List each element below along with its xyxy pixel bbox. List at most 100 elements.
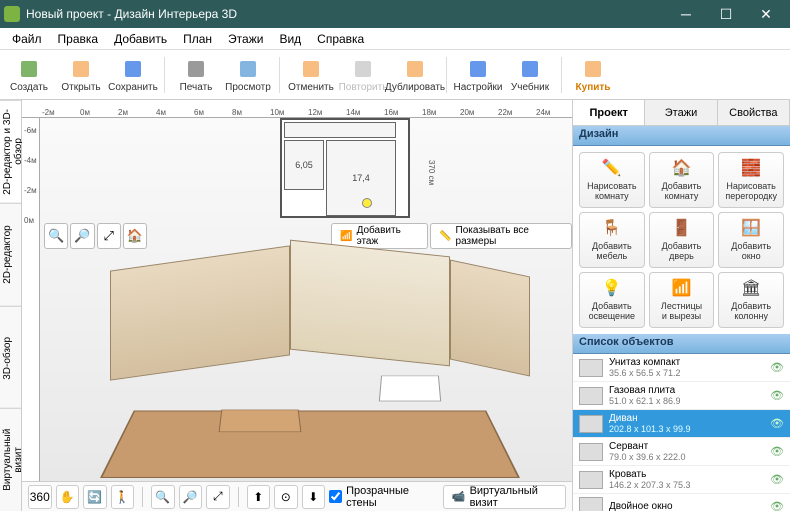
rp-tab-Свойства[interactable]: Свойства bbox=[718, 100, 790, 125]
zoom-fit-3d[interactable]: ⤢ bbox=[206, 485, 230, 509]
sidetab-1[interactable]: 2D-редактор bbox=[0, 203, 21, 306]
camera-marker[interactable] bbox=[362, 198, 372, 208]
design-btn-Нарисовать-комнату[interactable]: ✏️Нарисоватькомнату bbox=[579, 152, 645, 208]
sidetab-0[interactable]: 2D-редактор и 3D-обзор bbox=[0, 100, 21, 203]
save-icon bbox=[121, 57, 145, 81]
object-item[interactable]: Диван202.8 x 101.3 x 99.9👁 bbox=[573, 410, 790, 438]
design-btn-Добавить-окно[interactable]: 🪟Добавитьокно bbox=[718, 212, 784, 268]
design-icon: 🚪 bbox=[670, 218, 692, 240]
design-btn-Добавить-мебель[interactable]: 🪑Добавитьмебель bbox=[579, 212, 645, 268]
visibility-icon[interactable]: 👁 bbox=[770, 473, 784, 486]
rp-tab-Проект[interactable]: Проект bbox=[573, 100, 645, 125]
object-thumb bbox=[579, 471, 603, 489]
object-item[interactable]: Сервант79.0 x 39.6 x 222.0👁 bbox=[573, 438, 790, 466]
sidetab-2[interactable]: 3D-обзор bbox=[0, 306, 21, 409]
object-thumb bbox=[579, 415, 603, 433]
menu-файл[interactable]: Файл bbox=[4, 30, 50, 48]
viewport[interactable]: 6,05 17,4 370 см 🔍 🔎 ⤢ 🏠 📶Добавить этаж … bbox=[40, 118, 572, 481]
object-item[interactable]: Унитаз компакт35.6 x 56.5 x 71.2👁 bbox=[573, 354, 790, 382]
bed-3d[interactable] bbox=[379, 376, 441, 402]
open-button[interactable]: Открыть bbox=[56, 52, 106, 98]
redo-button: Повторить bbox=[338, 52, 388, 98]
tutorial-icon bbox=[518, 57, 542, 81]
menu-справка[interactable]: Справка bbox=[309, 30, 372, 48]
create-button[interactable]: Создать bbox=[4, 52, 54, 98]
object-item[interactable]: Двойное окно👁 bbox=[573, 494, 790, 511]
htick: 10м bbox=[270, 108, 284, 117]
visibility-icon[interactable]: 👁 bbox=[770, 445, 784, 458]
maximize-button[interactable]: ☐ bbox=[706, 0, 746, 28]
visibility-icon[interactable]: 👁 bbox=[770, 361, 784, 374]
buy-button[interactable]: Купить bbox=[568, 52, 618, 98]
menu-вид[interactable]: Вид bbox=[271, 30, 309, 48]
design-btn-Добавить-дверь[interactable]: 🚪Добавитьдверь bbox=[649, 212, 715, 268]
show-dimensions-button[interactable]: 📏Показывать все размеры bbox=[430, 223, 572, 249]
tilt-down[interactable]: ⬇ bbox=[302, 485, 326, 509]
sofa-3d[interactable] bbox=[219, 410, 302, 433]
menu-правка[interactable]: Правка bbox=[50, 30, 107, 48]
htick: 24м bbox=[536, 108, 550, 117]
zoom-in-3d[interactable]: 🔍 bbox=[151, 485, 175, 509]
vtick: -2м bbox=[24, 186, 37, 195]
design-btn-Лестницы-и-вырезы[interactable]: 📶Лестницыи вырезы bbox=[649, 272, 715, 328]
walk-button[interactable]: 🚶 bbox=[111, 485, 135, 509]
close-button[interactable]: ✕ bbox=[746, 0, 786, 28]
room-hall[interactable] bbox=[284, 122, 396, 138]
zoom-fit-button[interactable]: ⤢ bbox=[97, 223, 121, 249]
camera-icon: 📹 bbox=[452, 490, 466, 503]
zoom-out-3d[interactable]: 🔎 bbox=[179, 485, 203, 509]
visibility-icon[interactable]: 👁 bbox=[770, 389, 784, 402]
pan-button[interactable]: ✋ bbox=[56, 485, 80, 509]
side-tabs: 2D-редактор и 3D-обзор2D-редактор3D-обзо… bbox=[0, 100, 22, 511]
design-btn-Добавить-комнату[interactable]: 🏠Добавитькомнату bbox=[649, 152, 715, 208]
window-title: Новый проект - Дизайн Интерьера 3D bbox=[26, 7, 666, 21]
virtual-visit-button[interactable]: 📹Виртуальный визит bbox=[443, 485, 566, 509]
htick: 20м bbox=[460, 108, 474, 117]
zoom-in-button[interactable]: 🔍 bbox=[44, 223, 68, 249]
room-1[interactable]: 6,05 bbox=[284, 140, 324, 190]
tilt-up[interactable]: ⬆ bbox=[247, 485, 271, 509]
canvas-area: -2м0м2м4м6м8м10м12м14м16м18м20м22м24м -6… bbox=[22, 100, 572, 511]
visibility-icon[interactable]: 👁 bbox=[770, 417, 784, 430]
htick: 14м bbox=[346, 108, 360, 117]
visibility-icon[interactable]: 👁 bbox=[770, 500, 784, 511]
object-item[interactable]: Кровать146.2 x 207.3 x 75.3👁 bbox=[573, 466, 790, 494]
menu-добавить[interactable]: Добавить bbox=[106, 30, 175, 48]
settings-button[interactable]: Настройки bbox=[453, 52, 503, 98]
view-360-button[interactable]: 360 bbox=[28, 485, 52, 509]
vtick: -4м bbox=[24, 156, 37, 165]
rotate-button[interactable]: 🔄 bbox=[83, 485, 107, 509]
app-icon bbox=[4, 6, 20, 22]
render-3d[interactable] bbox=[80, 248, 540, 478]
tutorial-button[interactable]: Учебник bbox=[505, 52, 555, 98]
duplicate-button[interactable]: Дублировать bbox=[390, 52, 440, 98]
floorplan-2d[interactable]: 6,05 17,4 370 см bbox=[280, 118, 410, 218]
print-icon bbox=[184, 57, 208, 81]
design-btn-Нарисовать-перегородку[interactable]: 🧱Нарисоватьперегородку bbox=[718, 152, 784, 208]
object-thumb bbox=[579, 497, 603, 511]
htick: 12м bbox=[308, 108, 322, 117]
home-button[interactable]: 🏠 bbox=[123, 223, 147, 249]
design-btn-Добавить-освещение[interactable]: 💡Добавитьосвещение bbox=[579, 272, 645, 328]
menu-этажи[interactable]: Этажи bbox=[220, 30, 271, 48]
right-panel: ПроектЭтажиСвойства Дизайн ✏️Нарисоватьк… bbox=[572, 100, 790, 511]
preview-button[interactable]: Просмотр bbox=[223, 52, 273, 98]
sidetab-3[interactable]: Виртуальный визит bbox=[0, 408, 21, 511]
zoom-out-button[interactable]: 🔎 bbox=[70, 223, 94, 249]
object-item[interactable]: Газовая плита51.0 x 62.1 x 86.9👁 bbox=[573, 382, 790, 410]
print-button[interactable]: Печать bbox=[171, 52, 221, 98]
save-button[interactable]: Сохранить bbox=[108, 52, 158, 98]
room-2[interactable]: 17,4 bbox=[326, 140, 396, 216]
htick: 18м bbox=[422, 108, 436, 117]
redo-icon bbox=[351, 57, 375, 81]
transparent-walls-checkbox[interactable]: Прозрачные стены bbox=[329, 485, 431, 509]
design-icon: ✏️ bbox=[601, 158, 623, 180]
menu-план[interactable]: План bbox=[175, 30, 220, 48]
htick: -2м bbox=[42, 108, 55, 117]
undo-icon bbox=[299, 57, 323, 81]
rp-tab-Этажи[interactable]: Этажи bbox=[645, 100, 717, 125]
minimize-button[interactable]: ─ bbox=[666, 0, 706, 28]
design-btn-Добавить-колонну[interactable]: 🏛Добавитьколонну bbox=[718, 272, 784, 328]
tilt-reset[interactable]: ⊙ bbox=[274, 485, 298, 509]
undo-button[interactable]: Отменить bbox=[286, 52, 336, 98]
